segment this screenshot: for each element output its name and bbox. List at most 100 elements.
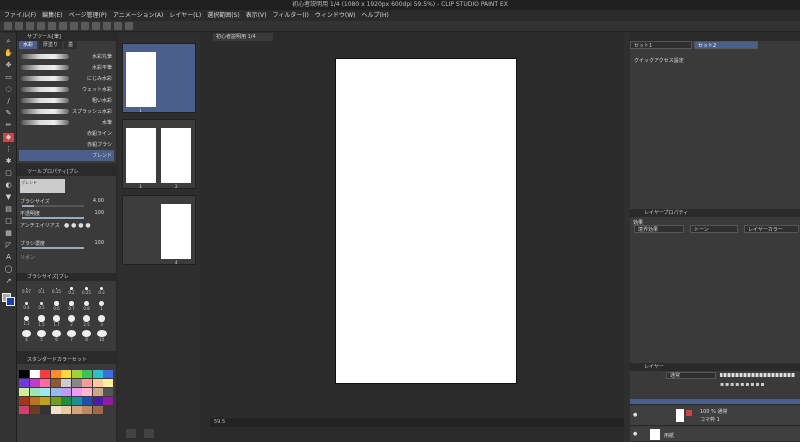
clear-icon[interactable] [59,22,67,30]
lasso-icon[interactable]: ◌ [3,85,14,94]
brush-size-preset[interactable]: 7 [65,330,78,342]
brush-size-preset[interactable]: 4 [20,330,33,342]
color-swatch[interactable] [61,379,71,387]
page-tile-1[interactable]: 1 [122,43,196,113]
visibility-eye-icon[interactable]: ● [633,431,639,437]
fill-icon[interactable]: ▼ [3,193,14,202]
border-effect-button[interactable]: 境界効果 [634,225,684,233]
tone-button[interactable]: トーン [690,225,738,233]
brush-item[interactable]: 赤鉛ライン [19,128,114,139]
color-swatch[interactable] [19,397,29,405]
canvas-tab[interactable]: 初心者説明用 1/4 [213,33,273,41]
color-swatch[interactable] [61,397,71,405]
color-swatch[interactable] [71,397,82,405]
brush-size-preset[interactable]: 0.7 [65,300,78,312]
layer-command-icons[interactable]: ▪▪▪▪▪▪▪▪▪ [720,381,798,390]
brush-size-preset[interactable]: 0.4 [20,300,33,312]
text-icon[interactable]: A [3,253,14,262]
color-swatch[interactable] [92,379,103,387]
redo-icon[interactable] [48,22,56,30]
color-swatch[interactable] [40,397,50,405]
color-swatch[interactable] [92,370,103,378]
brush-item[interactable]: 水彩平筆 [19,62,114,73]
color-swatch[interactable] [29,397,40,405]
snap-ruler-icon[interactable] [103,22,111,30]
menu-page[interactable]: ページ管理(P) [69,10,107,21]
page-grid-icon[interactable] [144,429,154,438]
ribbon-row[interactable]: リボン [20,254,112,263]
color-swatch[interactable] [71,406,82,414]
select-icon[interactable]: ▭ [3,73,14,82]
tab-india-ink[interactable]: 墨 [64,41,78,49]
antialias-row[interactable]: アンチエイリアス ● ● ● ● [20,222,112,231]
brush-size-preset[interactable]: 0.1 [35,285,48,297]
color-swatch[interactable] [40,406,50,414]
snap-grid-icon[interactable] [125,22,133,30]
color-swatch[interactable] [103,397,113,405]
zoom-icon[interactable]: ⌕ [3,37,14,46]
color-swatch[interactable] [29,388,40,396]
brush-size-preset[interactable]: 2 [65,315,78,327]
color-swatch[interactable] [50,388,61,396]
brush-size-preset[interactable]: 8 [80,330,93,342]
decoration-icon[interactable]: ✱ [3,157,14,166]
snap-special-icon[interactable] [114,22,122,30]
color-swatch[interactable] [19,388,29,396]
color-swatch[interactable] [92,406,103,414]
color-swatch[interactable] [61,388,71,396]
balloon-icon[interactable]: ◯ [3,265,14,274]
visibility-eye-icon[interactable]: ● [633,412,639,418]
brush-size-preset[interactable]: 0.25 [80,285,93,297]
brush-item-selected[interactable]: ブレンド [19,150,114,161]
new-file-icon[interactable] [4,22,12,30]
color-swatch[interactable] [82,397,92,405]
brush-item[interactable]: 赤鉛ブラシ [19,139,114,150]
page-tile-spread[interactable]: 3 2 [122,119,196,189]
brush-size-preset[interactable]: 6 [50,330,63,342]
tab-watercolor[interactable]: 水彩 [19,41,38,49]
brush-item[interactable]: にじみ水彩 [19,73,114,84]
layer-row-frame[interactable]: ● 100 % 通常 コマ枠 1 [630,406,800,426]
brush-item[interactable]: 粗い水彩 [19,95,114,106]
quick-access-set-2[interactable]: セット2 [694,41,758,49]
brush-size-preset[interactable]: 10 [95,330,108,342]
brush-item[interactable]: スプラッシュ水彩 [19,106,114,117]
menu-edit[interactable]: 編集(E) [42,10,62,21]
color-swatch[interactable] [29,370,40,378]
color-swatch[interactable] [82,388,92,396]
color-swatch[interactable] [29,406,40,414]
color-swatch[interactable] [103,370,113,378]
blend-mode-select[interactable]: 通常 [666,372,716,379]
color-swatch[interactable] [82,379,92,387]
brush-size-preset[interactable]: 0.6 [50,300,63,312]
brush-item[interactable]: 水筆 [19,117,114,128]
brush-size-preset[interactable]: 1.2 [20,315,33,327]
invert-icon[interactable] [92,22,100,30]
transform-icon[interactable] [70,22,78,30]
color-swatch[interactable] [50,370,61,378]
brush-size-preset[interactable]: 1.7 [50,315,63,327]
color-swatch[interactable] [103,379,113,387]
save-icon[interactable] [26,22,34,30]
color-swatch[interactable] [61,370,71,378]
layer-folder-row[interactable] [630,399,800,405]
gradient-icon[interactable]: ▤ [3,205,14,214]
brush-icon[interactable]: ◆ [3,133,14,142]
color-swatch[interactable] [92,397,103,405]
brush-size-row[interactable]: ブラシサイズ 4.00 [20,198,112,207]
correct-line-icon[interactable]: ↗ [3,277,14,286]
layer-opacity-slider[interactable] [720,373,795,377]
page-tile-4[interactable]: 4 [122,195,196,265]
undo-icon[interactable] [37,22,45,30]
menu-view[interactable]: 表示(V) [246,10,267,21]
color-swatch[interactable] [103,388,113,396]
brush-size-preset[interactable]: 3 [95,315,108,327]
layer-color-button[interactable]: レイヤーカラー [744,225,799,233]
color-swatch[interactable] [19,370,29,378]
brush-size-preset[interactable]: 0.07 [20,285,33,297]
color-swatch[interactable] [50,379,61,387]
color-swatch[interactable] [82,370,92,378]
open-icon[interactable] [15,22,23,30]
ruler-icon[interactable]: ◸ [3,241,14,250]
menu-layer[interactable]: レイヤー(L) [169,10,201,21]
